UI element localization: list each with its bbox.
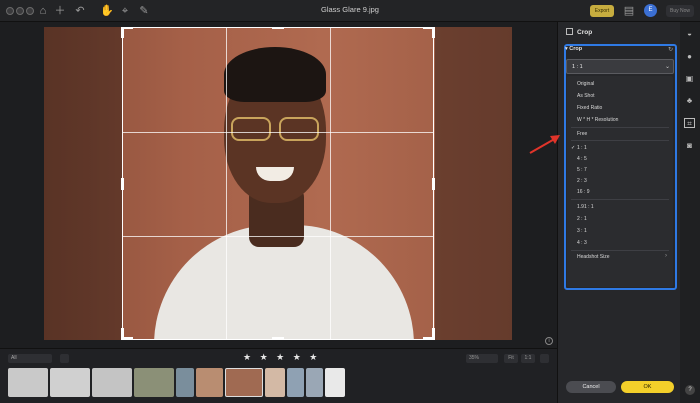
crop-icon [566,28,573,35]
grid-line [330,28,331,339]
help-icon[interactable]: ? [685,385,695,395]
grid-line [123,132,433,133]
crop-handle-tl[interactable] [121,27,124,38]
thumbnail[interactable] [287,368,304,397]
crop-handle-bottom[interactable] [272,337,284,340]
camera-tool-icon[interactable]: ◙ [684,141,695,151]
menu-item-4-3[interactable]: 4 : 3 [577,240,587,246]
thumbnail[interactable] [92,368,132,397]
panel-header: Crop [566,28,592,36]
info-icon[interactable]: i [545,337,553,345]
menu-item-original[interactable]: Original [577,81,594,87]
zoom-select[interactable]: 35% [466,354,498,363]
checkmark-icon: ✓ [571,145,576,151]
fit-button[interactable]: Fit [504,354,518,363]
menu-item-free[interactable]: Free [577,131,587,137]
crop-outside-left [44,27,122,340]
menu-item-resolution[interactable]: W * H * Resolution [577,117,618,123]
crop-frame[interactable] [121,27,435,340]
thumbnail[interactable] [134,368,174,397]
menu-item-fixed-ratio[interactable]: Fixed Ratio [577,105,602,111]
menu-item-2-3[interactable]: 2 : 3 [577,178,587,184]
filter-options-icon[interactable] [60,354,69,363]
thumbnail-strip [8,368,345,397]
avatar[interactable]: E [644,4,657,17]
crop-section-label: Crop [569,46,583,52]
menu-separator [571,127,669,128]
adjust-panel: Crop ▾ Crop ↻ 1 : 1 ⌄ Original As Shot F… [557,22,680,403]
grid-line [123,236,433,237]
menu-separator [571,250,669,251]
crop-handle-br[interactable] [432,328,435,340]
top-toolbar: ⌂ ＋ ↶ ✋ ⌖ ✎ Glass Glare 9.jpg Export ▤ E… [0,0,700,22]
ok-button[interactable]: OK [621,381,674,393]
thumbnail[interactable] [265,368,285,397]
menu-item-2-1[interactable]: 2 : 1 [577,216,587,222]
rating-stars[interactable]: ★ ★ ★ ★ ★ [243,352,320,363]
photo [44,27,512,340]
chevron-right-icon: › [665,253,667,259]
image-canvas[interactable] [0,22,557,348]
share-icon[interactable]: ▤ [622,4,636,18]
grid-line [226,28,227,339]
thumbnail[interactable] [196,368,223,397]
reset-icon[interactable]: ↻ [668,46,673,53]
thumbnail[interactable] [325,368,345,397]
crop-handle-left[interactable] [121,178,124,190]
aspect-ratio-value: 1 : 1 [572,64,583,70]
menu-separator [571,199,669,200]
aspect-ratio-menu: Original As Shot Fixed Ratio W * H * Res… [567,76,673,287]
adjust-tool-icon[interactable]: ◒ [684,29,695,39]
red-arrow-annotation [529,135,560,154]
crop-handle-bl[interactable] [121,328,124,340]
thumbnail[interactable] [8,368,48,397]
menu-item-headshot-size[interactable]: Headshot Size [577,254,610,260]
thumbnail[interactable] [306,368,323,397]
chevron-down-icon: ⌄ [665,64,671,70]
menu-item-16-9[interactable]: 16 : 9 [577,189,590,195]
menu-item-1-1[interactable]: 1 : 1 [577,145,587,151]
menu-item-3-1[interactable]: 3 : 1 [577,228,587,234]
fullscreen-icon[interactable] [540,354,549,363]
crop-tool-icon[interactable]: ⌗ [684,118,695,128]
crop-handle-right[interactable] [432,178,435,190]
panel-header-label: Crop [577,29,593,36]
clothing-tool-icon[interactable]: ♣ [684,96,695,106]
menu-item-as-shot[interactable]: As Shot [577,93,595,99]
crop-outside-right [435,27,512,340]
thumbnail[interactable] [176,368,194,397]
menu-item-1-91-1[interactable]: 1.91 : 1 [577,204,594,210]
crop-section-toggle[interactable]: ▾ Crop [565,46,582,52]
aspect-ratio-select[interactable]: 1 : 1 ⌄ [566,59,674,74]
face-tool-icon[interactable]: ● [684,52,695,62]
buy-now-button[interactable]: Buy Now [666,5,694,17]
filmstrip: All ★ ★ ★ ★ ★ 35% Fit 1:1 [0,348,557,403]
thumbnail-selected[interactable] [225,368,263,397]
menu-separator [571,140,669,141]
crop-handle-tr[interactable] [432,27,435,38]
filter-select[interactable]: All [8,354,52,363]
actual-size-button[interactable]: 1:1 [521,354,535,363]
export-button[interactable]: Export [590,5,614,17]
crop-handle-top[interactable] [272,27,284,29]
background-tool-icon[interactable]: ▣ [684,74,695,84]
thumbnail[interactable] [50,368,90,397]
cancel-button[interactable]: Cancel [566,381,616,393]
tool-column: ◒ ● ▣ ♣ ⌗ ◙ ? [680,22,700,403]
menu-item-4-5[interactable]: 4 : 5 [577,156,587,162]
menu-item-5-7[interactable]: 5 : 7 [577,167,587,173]
